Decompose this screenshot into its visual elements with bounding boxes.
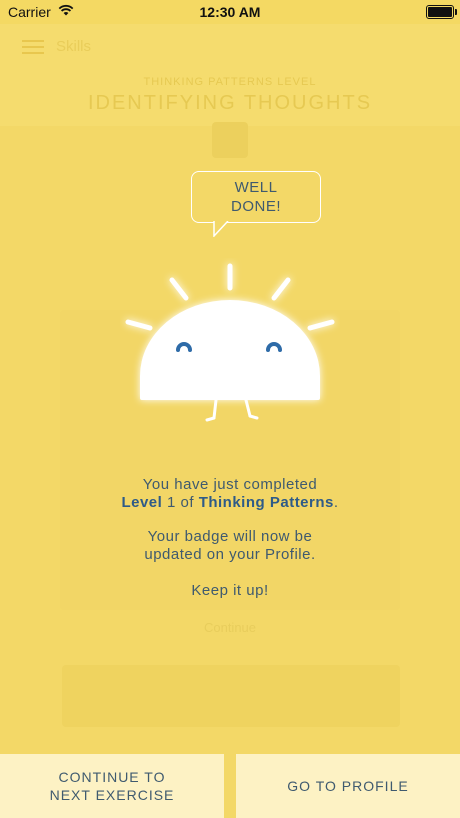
badge-line-2: updated on your Profile. — [144, 546, 316, 563]
continue-label-line-1: CONTINUE TO — [58, 769, 166, 785]
menu-icon — [22, 40, 44, 58]
level-line: Level 1 of Thinking Patterns. — [60, 494, 400, 512]
keep-it-up-text: Keep it up! — [191, 582, 269, 599]
chat-icon — [212, 122, 248, 158]
go-to-profile-label: GO TO PROFILE — [287, 778, 409, 794]
of-word: of — [180, 494, 195, 511]
well-done-bubble: WELL DONE! — [191, 171, 321, 223]
background-continue-label: Continue — [203, 620, 257, 635]
completion-message: You have just completed Level 1 of Think… — [60, 476, 400, 512]
sun-mascot-icon — [125, 263, 335, 422]
bubble-line-2: DONE! — [230, 198, 281, 215]
continue-label-line-2: NEXT EXERCISE — [49, 787, 175, 803]
badge-message: Your badge will now be updated on your P… — [60, 528, 400, 564]
badge-line-1: Your badge will now be — [147, 528, 313, 545]
period: . — [333, 494, 339, 511]
bubble-tail-icon — [213, 221, 229, 237]
background-panel — [62, 665, 400, 727]
go-to-profile-button[interactable]: GO TO PROFILE — [236, 754, 460, 818]
background-title: IDENTIFYING THOUGHTS — [87, 92, 373, 114]
status-bar: Carrier 12:30 AM — [0, 0, 460, 24]
background-subtitle: THINKING PATTERNS LEVEL — [143, 76, 317, 88]
battery-icon — [426, 5, 457, 19]
completion-line: You have just completed — [142, 476, 318, 493]
continue-next-exercise-button[interactable]: CONTINUE TO NEXT EXERCISE — [0, 754, 224, 818]
topic-name: Thinking Patterns — [198, 494, 334, 511]
level-number: 1 — [166, 494, 176, 511]
clock: 12:30 AM — [199, 4, 261, 20]
bubble-line-1: WELL — [234, 179, 278, 196]
button-divider — [224, 754, 236, 818]
level-word: Level — [121, 494, 163, 511]
background-nav-label: Skills — [56, 38, 92, 55]
